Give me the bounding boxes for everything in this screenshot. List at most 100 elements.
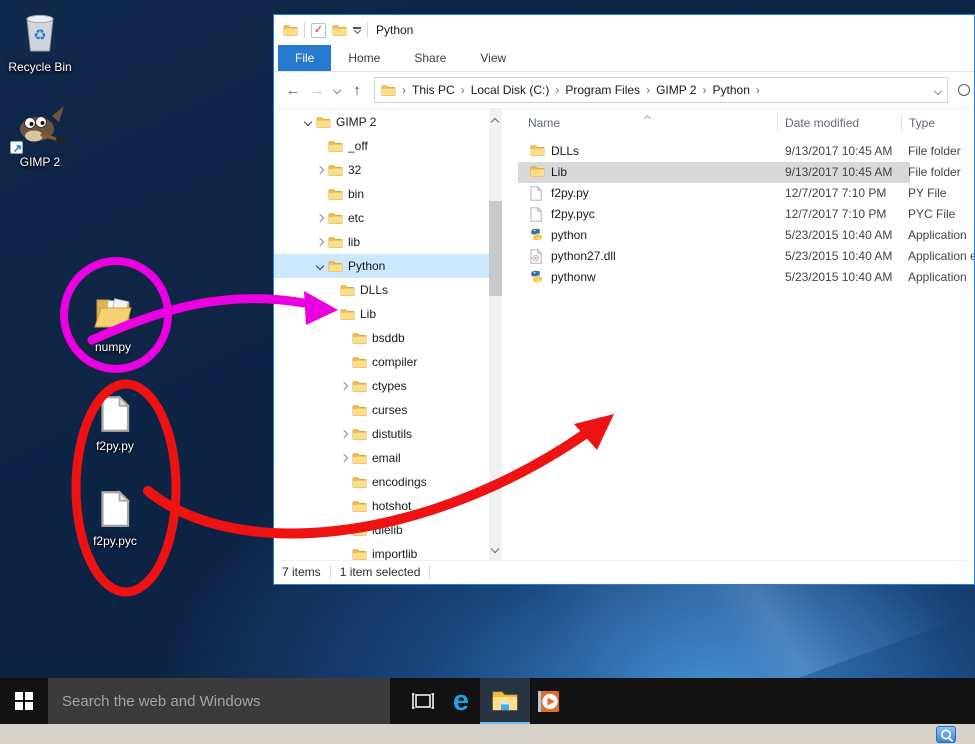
chevron-collapsed-icon[interactable] xyxy=(315,237,325,247)
recycle-bin-icon: ♻ xyxy=(21,10,59,57)
tree-item-curses[interactable]: curses xyxy=(274,398,489,422)
back-button[interactable]: ← xyxy=(282,82,304,99)
screenshot-tray-icon[interactable] xyxy=(936,726,956,743)
breadcrumb-python[interactable]: Python xyxy=(713,83,750,97)
status-separator xyxy=(429,564,431,579)
sort-ascending-icon xyxy=(643,110,652,124)
forward-button[interactable]: → xyxy=(306,82,328,99)
scroll-up-icon[interactable] xyxy=(490,117,500,127)
tree-item-hotshot[interactable]: hotshot xyxy=(274,494,489,518)
customize-toolbar-icon[interactable] xyxy=(353,26,361,34)
desktop-icon-f2py-pyc[interactable]: f2py.pyc xyxy=(77,490,153,548)
desktop-icon-f2py-py[interactable]: f2py.py xyxy=(77,395,153,453)
address-bar: ← → ↑ › This PC › Local Disk (C:) › Prog… xyxy=(274,72,974,108)
toolbar-separator xyxy=(367,22,368,38)
folder-icon xyxy=(352,452,367,465)
recent-locations-icon[interactable] xyxy=(330,85,344,95)
file-row-python[interactable]: python 5/23/2015 10:40 AM Application xyxy=(502,225,974,246)
start-button[interactable] xyxy=(0,678,48,724)
taskbar-search-input[interactable]: Search the web and Windows xyxy=(48,678,390,724)
task-view-button[interactable] xyxy=(404,678,442,724)
desktop-icon-label: GIMP 2 xyxy=(19,155,61,169)
status-bar: 7 items 1 item selected xyxy=(274,560,974,582)
tree-item-32[interactable]: 32 xyxy=(274,158,489,182)
tree-item-email[interactable]: email xyxy=(274,446,489,470)
tab-view[interactable]: View xyxy=(463,45,523,71)
file-row-lib[interactable]: Lib 9/13/2017 10:45 AM File folder xyxy=(502,162,974,183)
breadcrumb-program-files[interactable]: Program Files xyxy=(565,83,640,97)
tree-item-ctypes[interactable]: ctypes xyxy=(274,374,489,398)
python-icon xyxy=(530,270,543,283)
chevron-collapsed-icon[interactable] xyxy=(315,165,325,175)
file-row-f2py-pyc[interactable]: f2py.pyc 12/7/2017 7:10 PM PYC File xyxy=(502,204,974,225)
desktop-icon-recycle-bin[interactable]: ♻ Recycle Bin xyxy=(2,10,78,74)
tree-item-lib[interactable]: Lib xyxy=(274,302,489,326)
chevron-collapsed-icon[interactable] xyxy=(339,453,349,463)
properties-check-icon[interactable]: ✓ xyxy=(311,22,326,38)
folder-icon xyxy=(352,380,367,393)
chevron-collapsed-icon[interactable] xyxy=(339,381,349,391)
refresh-icon[interactable] xyxy=(958,84,970,96)
scrollbar-thumb[interactable] xyxy=(489,201,502,296)
edge-button[interactable]: e xyxy=(442,678,480,724)
folder-icon xyxy=(328,212,343,225)
chevron-expanded-icon[interactable] xyxy=(315,261,325,271)
chevron-collapsed-icon[interactable] xyxy=(339,429,349,439)
breadcrumb-separator: › xyxy=(402,83,406,97)
column-header-type[interactable]: Type xyxy=(902,114,974,132)
toolbar-separator xyxy=(304,22,305,38)
chevron-collapsed-icon[interactable] xyxy=(339,525,349,535)
tree-item-importlib[interactable]: importlib xyxy=(274,542,489,560)
tab-home[interactable]: Home xyxy=(331,45,397,71)
title-bar[interactable]: ✓ Python xyxy=(274,15,974,45)
desktop-icon-numpy[interactable]: numpy xyxy=(75,294,151,354)
tree-item-idlelib[interactable]: idlelib xyxy=(274,518,489,542)
edge-icon: e xyxy=(452,684,470,717)
host-taskbar-strip xyxy=(0,724,975,744)
tab-file[interactable]: File xyxy=(278,45,332,71)
tree-item-etc[interactable]: etc xyxy=(274,206,489,230)
media-player-button[interactable] xyxy=(530,678,568,724)
file-row-python27-dll[interactable]: python27.dll 5/23/2015 10:40 AM Applicatio… xyxy=(502,246,974,267)
file-explorer-icon xyxy=(492,691,518,711)
column-header-name[interactable]: Name xyxy=(502,114,778,132)
column-header-date-modified[interactable]: Date modified xyxy=(778,114,902,132)
chevron-collapsed-icon[interactable] xyxy=(315,213,325,223)
tree-item-python[interactable]: Python xyxy=(274,254,489,278)
breadcrumb-separator: › xyxy=(755,83,760,97)
file-row-dlls[interactable]: DLLs 9/13/2017 10:45 AM File folder xyxy=(502,141,974,162)
items-count: 7 items xyxy=(282,564,321,579)
task-view-icon xyxy=(412,693,434,709)
up-button[interactable]: ↑ xyxy=(346,82,368,99)
tree-item-lib-lower[interactable]: lib xyxy=(274,230,489,254)
file-row-f2py-py[interactable]: f2py.py 12/7/2017 7:10 PM PY File xyxy=(502,183,974,204)
tree-item-off[interactable]: _off xyxy=(274,134,489,158)
address-box[interactable]: › This PC › Local Disk (C:) › Program Fi… xyxy=(374,77,948,103)
tree-item-compiler[interactable]: compiler xyxy=(274,350,489,374)
tree-item-encodings[interactable]: encodings xyxy=(274,470,489,494)
chevron-expanded-icon[interactable] xyxy=(303,117,313,127)
folder-icon xyxy=(340,284,355,297)
tree-item-distutils[interactable]: distutils xyxy=(274,422,489,446)
tree-item-gimp-2[interactable]: GIMP 2 xyxy=(274,110,489,134)
tree-item-bin[interactable]: bin xyxy=(274,182,489,206)
selected-count: 1 item selected xyxy=(339,564,421,579)
tree-scrollbar[interactable] xyxy=(489,109,502,560)
breadcrumb-gimp-2[interactable]: GIMP 2 xyxy=(656,83,696,97)
desktop-icon-gimp2[interactable]: GIMP 2 xyxy=(2,102,78,169)
tree-item-dlls[interactable]: DLLs xyxy=(274,278,489,302)
breadcrumb-local-disk-c[interactable]: Local Disk (C:) xyxy=(471,83,550,97)
window-title: Python xyxy=(376,23,414,37)
address-folder-icon xyxy=(381,84,396,97)
tree-item-bsddb[interactable]: bsddb xyxy=(274,326,489,350)
address-dropdown-icon[interactable] xyxy=(933,83,943,97)
scroll-down-icon[interactable] xyxy=(490,544,500,554)
breadcrumb-separator: › xyxy=(460,83,465,97)
file-row-pythonw[interactable]: pythonw 5/23/2015 10:40 AM Application xyxy=(502,267,974,288)
new-folder-icon[interactable] xyxy=(332,24,347,37)
file-explorer-button[interactable] xyxy=(480,678,530,724)
breadcrumb-this-pc[interactable]: This PC xyxy=(412,83,455,97)
file-icon xyxy=(530,207,542,222)
tab-share[interactable]: Share xyxy=(397,45,463,71)
folder-icon xyxy=(352,500,367,513)
